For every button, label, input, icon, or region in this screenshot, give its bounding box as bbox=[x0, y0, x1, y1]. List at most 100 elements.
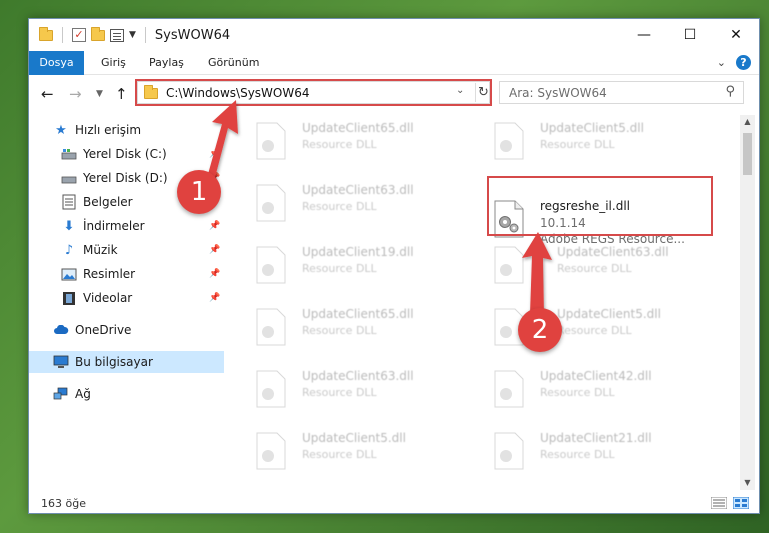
dll-file-icon bbox=[256, 184, 286, 222]
pin-icon[interactable]: 📌 bbox=[209, 221, 220, 231]
cloud-icon bbox=[53, 322, 69, 338]
dll-file-icon bbox=[494, 432, 524, 470]
tab-share[interactable]: Paylaş bbox=[149, 51, 184, 75]
file-description: Resource DLL bbox=[302, 324, 377, 337]
computer-icon bbox=[53, 354, 69, 370]
pin-icon[interactable]: 📌 bbox=[209, 149, 220, 159]
sidebar-item-label: İndirmeler bbox=[83, 219, 145, 233]
list-item[interactable]: UpdateClient21.dll Resource DLL bbox=[482, 429, 697, 473]
forward-arrow-icon[interactable]: → bbox=[69, 85, 82, 103]
file-name: UpdateClient19.dll bbox=[302, 245, 414, 259]
view-options-icon[interactable] bbox=[110, 28, 124, 42]
file-description: Resource DLL bbox=[302, 386, 377, 399]
up-arrow-icon[interactable]: ↑ bbox=[115, 85, 128, 103]
callout-badge-1: 1 bbox=[177, 170, 221, 214]
navigation-row: ← → ▼ ↑ C:\Windows\SysWOW64 ⌄ ↻ Ara: Sys… bbox=[29, 75, 759, 113]
ribbon-tabs: Dosya Giriş Paylaş Görünüm ⌄ ? bbox=[29, 51, 759, 95]
address-highlight-box bbox=[135, 79, 492, 106]
file-name: UpdateClient63.dll bbox=[302, 369, 414, 383]
list-item[interactable]: UpdateClient42.dll Resource DLL bbox=[482, 367, 697, 411]
list-item[interactable]: UpdateClient5.dll Resource DLL bbox=[482, 305, 697, 349]
file-name: UpdateClient63.dll bbox=[557, 245, 669, 259]
item-count: 163 öğe bbox=[41, 497, 86, 510]
list-item[interactable]: UpdateClient63.dll Resource DLL bbox=[482, 243, 697, 287]
sidebar-item-label: Yerel Disk (C:) bbox=[83, 147, 167, 161]
sidebar-item-pictures[interactable]: Resimler 📌 bbox=[29, 263, 224, 285]
tiles-view-icon[interactable] bbox=[733, 497, 749, 509]
search-box[interactable]: Ara: SysWOW64 ⚲ bbox=[499, 81, 744, 104]
list-item[interactable]: UpdateClient63.dll Resource DLL bbox=[244, 181, 459, 225]
search-icon[interactable]: ⚲ bbox=[725, 84, 735, 99]
back-arrow-icon[interactable]: ← bbox=[41, 85, 54, 103]
file-description: Resource DLL bbox=[302, 138, 377, 151]
minimize-button[interactable]: — bbox=[621, 19, 667, 51]
dll-file-icon bbox=[256, 432, 286, 470]
dll-file-icon bbox=[256, 308, 286, 346]
expand-ribbon-chevron-icon[interactable]: ⌄ bbox=[717, 56, 726, 69]
sidebar-item-downloads[interactable]: ⬇ İndirmeler 📌 bbox=[29, 215, 224, 237]
vertical-scrollbar[interactable]: ▲ ▼ bbox=[740, 115, 755, 490]
customize-toolbar-chevron-icon[interactable]: ▼ bbox=[129, 30, 136, 40]
dll-file-icon bbox=[256, 370, 286, 408]
file-highlight-box bbox=[487, 176, 713, 236]
divider bbox=[144, 27, 146, 43]
pin-icon[interactable]: 📌 bbox=[209, 293, 220, 303]
dll-file-icon bbox=[494, 370, 524, 408]
callout-badge-2: 2 bbox=[518, 308, 562, 352]
pin-icon[interactable]: 📌 bbox=[209, 245, 220, 255]
music-icon: ♪ bbox=[64, 242, 74, 258]
search-input[interactable]: Ara: SysWOW64 bbox=[509, 86, 607, 100]
folder-icon[interactable] bbox=[39, 26, 53, 41]
dll-file-icon bbox=[256, 246, 286, 284]
dll-file-icon bbox=[494, 246, 524, 284]
sidebar-item-this-pc[interactable]: Bu bilgisayar bbox=[29, 351, 224, 373]
file-list: UpdateClient65.dll Resource DLL UpdateCl… bbox=[234, 115, 739, 490]
quick-access-toolbar: ✓ ▼ SysWOW64 bbox=[39, 26, 230, 43]
file-description: Resource DLL bbox=[302, 448, 377, 461]
close-button[interactable]: ✕ bbox=[713, 19, 759, 51]
file-description: Resource DLL bbox=[557, 324, 632, 337]
help-icon[interactable]: ? bbox=[736, 55, 751, 70]
list-item[interactable]: UpdateClient5.dll Resource DLL bbox=[482, 119, 697, 163]
scroll-down-arrow-icon[interactable]: ▼ bbox=[740, 476, 755, 490]
file-name: UpdateClient5.dll bbox=[540, 121, 644, 135]
file-description: Resource DLL bbox=[302, 200, 377, 213]
new-folder-icon[interactable] bbox=[91, 26, 105, 41]
file-description: Resource DLL bbox=[540, 138, 615, 151]
file-name: UpdateClient65.dll bbox=[302, 121, 414, 135]
maximize-button[interactable]: ☐ bbox=[667, 19, 713, 51]
file-name: UpdateClient21.dll bbox=[540, 431, 652, 445]
tab-home[interactable]: Giriş bbox=[101, 51, 126, 75]
sidebar-item-videos[interactable]: Videolar 📌 bbox=[29, 287, 224, 309]
sidebar-item-local-disk-c[interactable]: Yerel Disk (C:) 📌 bbox=[29, 143, 224, 165]
list-item[interactable]: UpdateClient5.dll Resource DLL bbox=[244, 429, 459, 473]
tab-view[interactable]: Görünüm bbox=[208, 51, 259, 75]
sidebar-item-music[interactable]: ♪ Müzik 📌 bbox=[29, 239, 224, 261]
sidebar-item-onedrive[interactable]: OneDrive bbox=[29, 319, 224, 341]
videos-icon bbox=[61, 290, 77, 306]
network-icon bbox=[53, 386, 69, 402]
sidebar-item-network[interactable]: Ağ bbox=[29, 383, 224, 405]
scrollbar-thumb[interactable] bbox=[743, 133, 752, 175]
sidebar-item-label: Belgeler bbox=[83, 195, 133, 209]
title-bar: ✓ ▼ SysWOW64 — ☐ ✕ bbox=[29, 19, 759, 51]
drive-icon bbox=[61, 146, 77, 162]
window-controls: — ☐ ✕ bbox=[621, 19, 759, 51]
list-item[interactable]: UpdateClient65.dll Resource DLL bbox=[244, 305, 459, 349]
details-view-icon[interactable] bbox=[711, 497, 727, 509]
scroll-up-arrow-icon[interactable]: ▲ bbox=[740, 115, 755, 129]
properties-check-icon[interactable]: ✓ bbox=[72, 28, 86, 42]
file-description: Resource DLL bbox=[540, 386, 615, 399]
sidebar-item-quick-access[interactable]: ★ Hızlı erişim bbox=[29, 119, 224, 141]
list-item[interactable]: UpdateClient63.dll Resource DLL bbox=[244, 367, 459, 411]
download-icon: ⬇ bbox=[63, 218, 75, 234]
divider bbox=[62, 27, 63, 43]
pin-icon[interactable]: 📌 bbox=[209, 269, 220, 279]
recent-locations-chevron-icon[interactable]: ▼ bbox=[96, 89, 103, 99]
sidebar-item-label: Ağ bbox=[75, 387, 91, 401]
dll-file-icon bbox=[256, 122, 286, 160]
list-item[interactable]: UpdateClient65.dll Resource DLL bbox=[244, 119, 459, 163]
list-item[interactable]: UpdateClient19.dll Resource DLL bbox=[244, 243, 459, 287]
file-description: Resource DLL bbox=[557, 262, 632, 275]
sidebar-item-label: Müzik bbox=[83, 243, 118, 257]
